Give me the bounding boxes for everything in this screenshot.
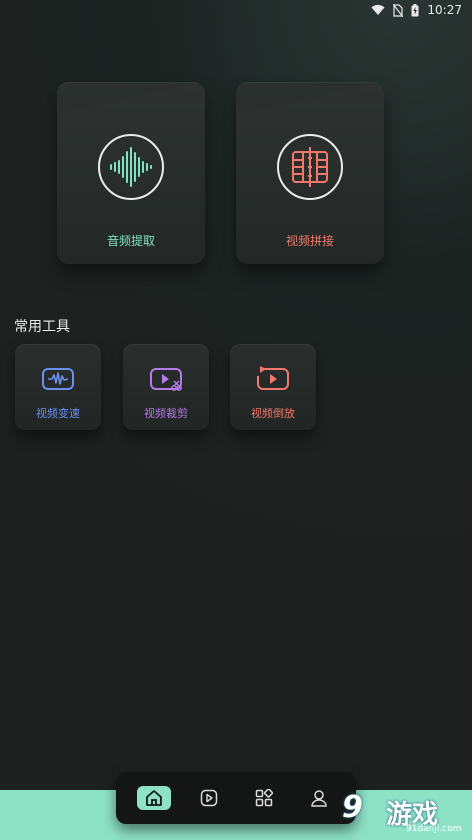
watermark-url: 91danji.com [406, 824, 462, 834]
video-merge-card[interactable]: 视频拼接 [236, 82, 384, 264]
nav-profile[interactable] [302, 786, 336, 810]
film-merge-icon [277, 134, 343, 200]
video-reverse-tool[interactable]: 视频倒放 [230, 344, 316, 430]
audio-extract-label: 音频提取 [106, 234, 155, 248]
wifi-icon [371, 4, 385, 16]
section-title: 常用工具 [14, 319, 70, 335]
audio-extract-card[interactable]: 音频提取 [57, 82, 205, 264]
status-bar: 10:27 [0, 0, 472, 20]
watermark-logo: 9 游戏 91danji.com [338, 786, 472, 840]
no-sim-icon [393, 3, 404, 17]
video-crop-label: 视频裁剪 [144, 407, 188, 420]
reverse-play-icon [257, 366, 289, 390]
bottom-nav [116, 772, 356, 824]
watermark-number: 9 [342, 790, 363, 825]
video-merge-label: 视频拼接 [285, 234, 334, 248]
video-reverse-label: 视频倒放 [251, 407, 295, 420]
speed-wave-icon [42, 368, 74, 390]
video-speed-tool[interactable]: 视频变速 [15, 344, 101, 430]
battery-icon [411, 3, 419, 17]
video-speed-label: 视频变速 [36, 407, 80, 420]
profile-icon [310, 790, 327, 807]
home-icon [145, 790, 162, 806]
play-icon [200, 789, 217, 807]
apps-icon [255, 789, 273, 807]
nav-apps[interactable] [247, 786, 281, 810]
nav-video[interactable] [192, 786, 226, 810]
nav-home[interactable] [136, 786, 171, 810]
scissors-play-icon [150, 368, 182, 391]
waveform-icon [98, 134, 164, 200]
status-time: 10:27 [427, 3, 462, 17]
video-crop-tool[interactable]: 视频裁剪 [123, 344, 209, 430]
